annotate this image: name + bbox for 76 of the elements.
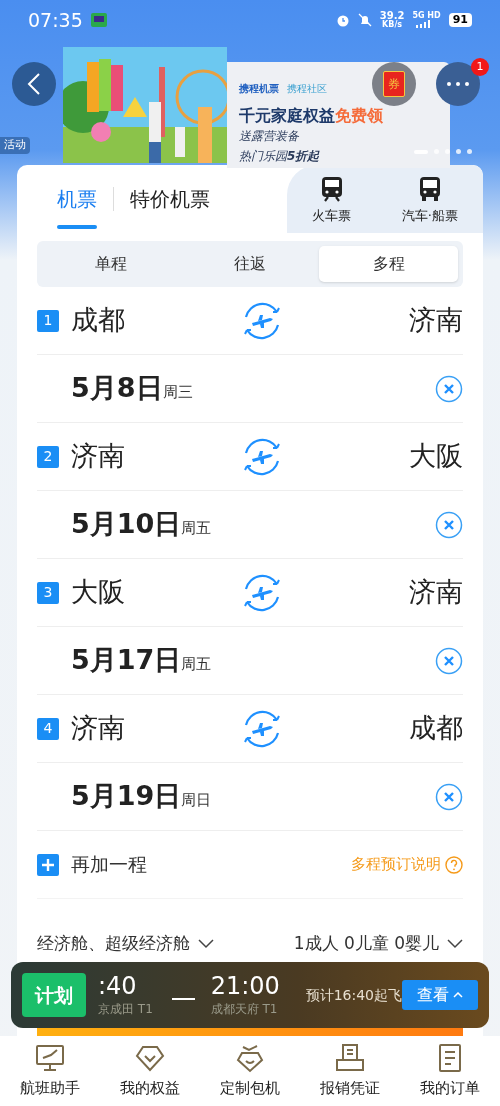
- departure-city[interactable]: 大阪: [71, 572, 191, 613]
- app-notification-icon: [90, 13, 107, 27]
- departure-city[interactable]: 济南: [71, 708, 191, 749]
- plane-badge-icon: [234, 1042, 266, 1073]
- departure-date[interactable]: 5月8日: [71, 368, 163, 409]
- arrival-city[interactable]: 济南: [343, 300, 463, 341]
- clear-icon[interactable]: [435, 374, 463, 403]
- trip-type-tab[interactable]: 单程: [42, 246, 181, 282]
- train-icon: [319, 176, 344, 203]
- nav-item[interactable]: 报销凭证: [305, 1042, 395, 1100]
- alarm-icon: [335, 13, 350, 27]
- notification-badge: 1: [471, 58, 489, 76]
- add-leg-button[interactable]: 再加一程: [71, 850, 147, 879]
- network-speed: 39.2: [379, 11, 405, 21]
- bus-icon: [417, 176, 442, 203]
- arrival-airport: 成都天府 T1: [210, 1001, 279, 1018]
- ad-headline: 千元家庭权益: [239, 108, 335, 124]
- help-icon: [445, 855, 463, 874]
- flight-status-toast[interactable]: 计划 :40 京成田 T1 21:00 成都天府 T1 预计16:40起飞 查看: [11, 962, 489, 1028]
- clock-time: 07:35: [28, 7, 83, 33]
- passenger-selector[interactable]: 1成人 0儿童 0婴儿: [293, 931, 463, 957]
- nav-item[interactable]: 航班助手: [5, 1042, 95, 1100]
- weekday: 周三: [162, 382, 193, 404]
- clear-icon[interactable]: [435, 646, 463, 675]
- ad-text: 送露营装备: [239, 128, 300, 144]
- nav-item[interactable]: 我的权益: [105, 1042, 195, 1100]
- departure-city[interactable]: 济南: [71, 436, 191, 477]
- brand-logo: 携程社区: [287, 82, 327, 96]
- monitor-icon: [34, 1042, 66, 1073]
- add-icon: [37, 853, 59, 876]
- more-icon: [447, 82, 469, 86]
- leg-number: 4: [37, 717, 59, 740]
- weekday: 周日: [181, 790, 212, 812]
- transport-tab[interactable]: 火车票: [312, 176, 352, 226]
- nav-item[interactable]: 定制包机: [205, 1042, 295, 1100]
- leg-number: 1: [37, 309, 59, 332]
- leg-number: 3: [37, 581, 59, 604]
- activity-tag[interactable]: 活动: [0, 137, 30, 154]
- tab[interactable]: 机票: [57, 165, 97, 233]
- arrival-city[interactable]: 大阪: [343, 436, 463, 477]
- trip-type-tab[interactable]: 往返: [180, 246, 320, 282]
- mute-icon: [357, 13, 372, 27]
- battery-level: 91: [448, 13, 472, 27]
- departure-time: :40: [98, 972, 138, 1000]
- chevron-up-icon: [453, 992, 463, 998]
- arrival-city[interactable]: 济南: [343, 572, 463, 613]
- transport-tab[interactable]: 汽车·船票: [401, 176, 458, 226]
- trip-type-tab[interactable]: 多程: [319, 246, 458, 282]
- chevron-down-icon: [198, 939, 214, 949]
- ad-text: 热门乐园5折起: [239, 148, 321, 164]
- departure-city[interactable]: 成都: [71, 300, 191, 341]
- leg-number: 2: [37, 445, 59, 468]
- arrival-city[interactable]: 成都: [343, 708, 463, 749]
- clear-icon[interactable]: [435, 782, 463, 811]
- speed-unit: KB/s: [382, 21, 403, 29]
- weekday: 周五: [181, 654, 212, 676]
- estimated-departure: 预计16:40起飞: [305, 985, 402, 1005]
- departure-date[interactable]: 5月17日: [71, 640, 182, 681]
- arrival-time: 21:00: [210, 972, 281, 1000]
- back-button[interactable]: [12, 62, 56, 106]
- departure-date[interactable]: 5月10日: [71, 504, 182, 545]
- weekday: 周五: [181, 518, 212, 540]
- printer-icon: [334, 1042, 366, 1073]
- tab[interactable]: 特价机票: [130, 165, 210, 233]
- departure-date[interactable]: 5月19日: [71, 776, 182, 817]
- carousel-dots-icon: [414, 149, 472, 154]
- status-label: 计划: [22, 973, 86, 1017]
- cabin-selector[interactable]: 经济舱、超级经济舱: [37, 931, 214, 957]
- network-type: 5G HD: [412, 12, 441, 20]
- departure-airport: 京成田 T1: [98, 1001, 154, 1018]
- ad-highlight: 免费领: [335, 108, 383, 124]
- nav-item[interactable]: 我的订单: [405, 1042, 495, 1100]
- clear-icon[interactable]: [435, 510, 463, 539]
- back-icon: [27, 72, 41, 96]
- chevron-down-icon: [447, 939, 463, 949]
- brand-logo: 携程机票: [239, 82, 279, 96]
